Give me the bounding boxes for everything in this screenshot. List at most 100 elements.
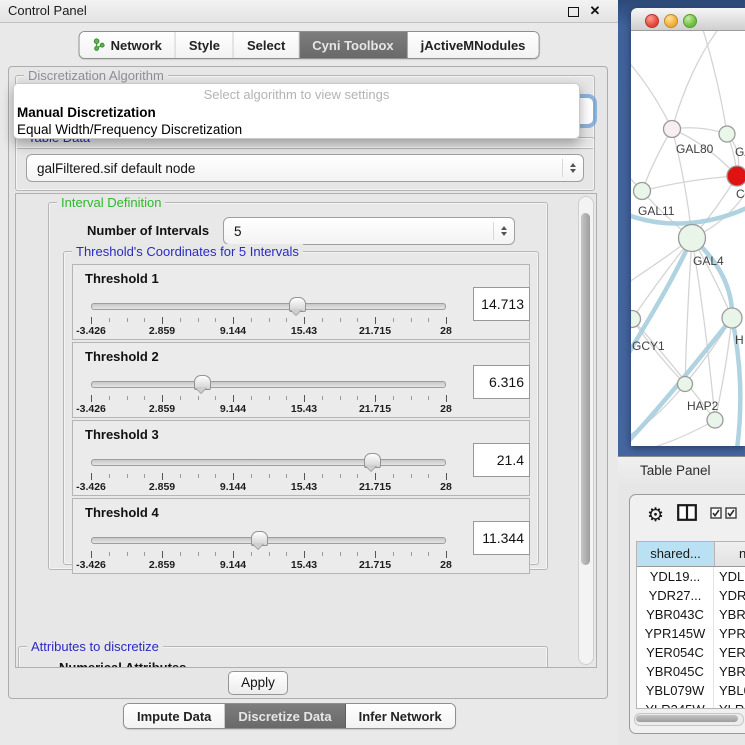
tick-mark	[198, 396, 199, 400]
network-node-hap2[interactable]	[678, 377, 693, 392]
tick-label: 15.43	[291, 559, 317, 571]
close-light[interactable]	[645, 14, 659, 28]
settings-vertical-scrollbar[interactable]	[578, 196, 594, 665]
tab-jactivemnodules[interactable]: jActiveMNodules	[408, 32, 539, 58]
cell-shared-name: YBR045C	[637, 662, 714, 681]
tick-mark	[393, 474, 394, 478]
tab-style[interactable]: Style	[176, 32, 234, 58]
tick-label: 21.715	[359, 325, 391, 337]
slider-thumb[interactable]	[251, 531, 268, 546]
algorithm-group-title: Discretization Algorithm	[24, 68, 168, 83]
slider-thumb[interactable]	[194, 375, 211, 390]
tick-mark	[91, 473, 92, 480]
tick-mark	[411, 318, 412, 322]
threshold-value-field[interactable]: 21.4	[473, 443, 530, 477]
slider-track[interactable]	[91, 459, 446, 466]
network-edge	[672, 31, 723, 129]
table-row[interactable]: YBL079WYBL0	[637, 681, 745, 700]
slider-track[interactable]	[91, 303, 446, 310]
tick-mark	[162, 395, 163, 402]
tick-mark	[340, 318, 341, 322]
threshold-value-field[interactable]: 6.316	[473, 365, 530, 399]
cyni-toolbox-panel: Discretization Algorithm Select algorith…	[8, 66, 608, 699]
checkbox-checked-icon[interactable]	[725, 506, 737, 524]
table-horizontal-scrollbar[interactable]	[634, 713, 744, 726]
settings-scrollbar-thumb[interactable]	[581, 213, 590, 565]
node-table: shared...na YDL19...YDL1YDR27...YDR2YBR0…	[636, 541, 745, 709]
slider-tick-labels: -3.4262.8599.14415.4321.71528	[91, 559, 446, 571]
table-row[interactable]: YDL19...YDL1	[637, 567, 745, 586]
algorithm-option-manual-discretization[interactable]: Manual Discretization	[14, 104, 579, 121]
threshold-slider[interactable]	[91, 453, 446, 471]
close-icon[interactable]: ✕	[588, 4, 602, 18]
tick-mark	[109, 318, 110, 322]
threshold-slider[interactable]	[91, 297, 446, 315]
slider-track[interactable]	[91, 381, 446, 388]
network-node-gal11[interactable]	[634, 183, 651, 200]
gear-icon[interactable]: ⚙	[647, 506, 664, 525]
tab-cyni-toolbox[interactable]: Cyni Toolbox	[299, 32, 407, 58]
zoom-light[interactable]	[683, 14, 697, 28]
table-row[interactable]: YBR043CYBR0	[637, 605, 745, 624]
apply-button[interactable]: Apply	[228, 671, 288, 695]
tick-mark	[375, 473, 376, 480]
table-data-combobox[interactable]: galFiltered.sif default node	[26, 154, 584, 182]
tick-label: 21.715	[359, 403, 391, 415]
threshold-value-field[interactable]: 11.344	[473, 521, 530, 555]
tick-mark	[198, 552, 199, 556]
table-hscrollbar-thumb[interactable]	[636, 715, 738, 722]
table-row[interactable]: YBR045CYBR0	[637, 662, 745, 681]
network-node-gal4[interactable]	[679, 225, 706, 252]
column-header-na[interactable]: na	[715, 542, 745, 566]
node-label: GAL4	[693, 254, 724, 268]
algorithm-option-equal-width-frequency-discretization[interactable]: Equal Width/Frequency Discretization	[14, 121, 579, 138]
panel-title: Control Panel	[8, 3, 87, 18]
network-view[interactable]: GAL80GACGAL11GAL4GCY1HHAP2	[631, 31, 745, 446]
network-node-h[interactable]	[722, 308, 742, 328]
table-row[interactable]: YDR27...YDR2	[637, 586, 745, 605]
algorithm-options: Manual DiscretizationEqual Width/Frequen…	[14, 104, 579, 138]
slider-track[interactable]	[91, 537, 446, 544]
network-node[interactable]	[707, 412, 723, 428]
network-node-c[interactable]	[727, 166, 745, 186]
tick-mark	[198, 318, 199, 322]
checkbox-checked-icon[interactable]	[710, 506, 722, 524]
slider-tick-labels: -3.4262.8599.14415.4321.71528	[91, 325, 446, 337]
threshold-label: Threshold 3	[85, 427, 159, 442]
slider-thumb[interactable]	[289, 297, 306, 312]
slider-ticks	[91, 551, 446, 559]
tab-impute-data[interactable]: Impute Data	[124, 704, 225, 728]
tab-select[interactable]: Select	[234, 32, 299, 58]
network-node-gcy1[interactable]	[631, 311, 641, 328]
tick-mark	[233, 473, 234, 480]
tab-network[interactable]: Network	[80, 32, 176, 58]
network-node-ga[interactable]	[719, 126, 735, 142]
number-of-intervals-combobox[interactable]: 5	[223, 217, 515, 245]
table-panel-title: Table Panel	[640, 463, 711, 478]
threshold-slider[interactable]	[91, 531, 446, 549]
threshold-slider[interactable]	[91, 375, 446, 393]
column-header-shared-[interactable]: shared...	[637, 542, 715, 566]
slider-thumb[interactable]	[364, 453, 381, 468]
threshold-value-field[interactable]: 14.713	[473, 287, 530, 321]
table-row[interactable]: YER054CYER0	[637, 643, 745, 662]
float-window-icon[interactable]	[566, 4, 580, 18]
numerical-attributes-label: Numerical Attributes	[59, 660, 186, 668]
tick-mark	[127, 474, 128, 478]
network-window-titlebar[interactable]	[631, 8, 745, 31]
table-row[interactable]: YPR145WYPR1	[637, 624, 745, 643]
node-label: H	[735, 333, 744, 347]
split-view-icon[interactable]	[677, 504, 697, 526]
tick-mark	[375, 317, 376, 324]
tick-mark	[91, 395, 92, 402]
tick-mark	[357, 318, 358, 322]
tab-infer-network[interactable]: Infer Network	[346, 704, 455, 728]
cell-shared-name: YPR145W	[637, 624, 714, 643]
tick-label: 28	[440, 403, 452, 415]
cell-shared-name: YBL079W	[637, 681, 714, 700]
tab-discretize-data[interactable]: Discretize Data	[225, 704, 345, 728]
table-row[interactable]: YLR345WYLR3	[637, 700, 745, 709]
network-node-gal80[interactable]	[664, 121, 681, 138]
minimize-light[interactable]	[664, 14, 678, 28]
cell-name: YPR1	[714, 624, 745, 643]
